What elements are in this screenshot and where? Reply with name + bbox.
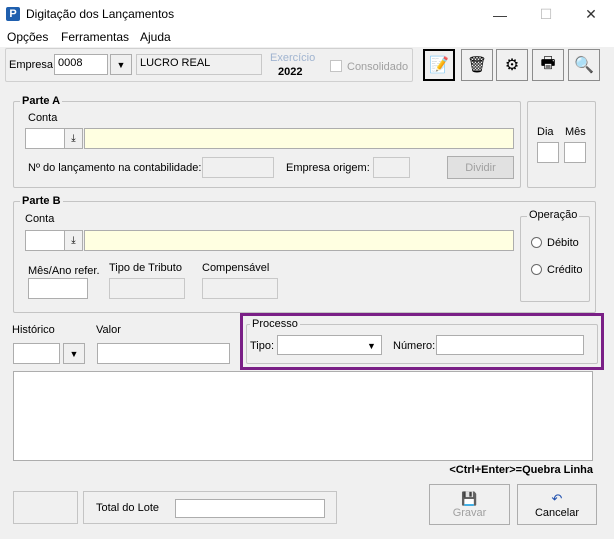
printer-icon: 🖶 <box>540 54 556 72</box>
historico-memo[interactable] <box>13 371 593 461</box>
processo-tipo-label: Tipo: <box>250 340 275 352</box>
num-lancamento-label: Nº do lançamento na contabilidade: <box>28 162 202 174</box>
status-box <box>13 491 78 524</box>
recycle-bin-icon: 🗑 <box>466 57 488 74</box>
down-arrow-icon: ⤓ <box>71 133 76 144</box>
valor-field[interactable] <box>97 343 230 364</box>
gravar-label: Gravar <box>452 506 487 519</box>
mes-ano-label: Mês/Ano refer. <box>28 265 100 277</box>
empresa-name-field: LUCRO REAL <box>136 54 262 75</box>
parte-b-conta-label: Conta <box>25 213 55 225</box>
parte-b-conta-field[interactable] <box>25 230 65 251</box>
mes-label: Mês <box>565 126 586 138</box>
parte-b-conta-description-field[interactable] <box>84 230 514 251</box>
parte-a-conta-label: Conta <box>28 112 58 124</box>
menu-ferramentas[interactable]: Ferramentas <box>61 30 129 44</box>
chevron-down-icon: ▼ <box>69 348 79 359</box>
dia-field[interactable] <box>537 142 559 163</box>
document-edit-button[interactable]: 📝 <box>423 49 455 81</box>
parte-a-conta-lookup-button[interactable]: ⤓ <box>64 128 83 149</box>
empresa-label: Empresa: <box>9 59 57 71</box>
exercicio-value: 2022 <box>278 66 303 78</box>
search-document-button[interactable]: 🔍 <box>568 49 600 81</box>
consolidado-checkbox[interactable] <box>330 60 342 72</box>
compensavel-field <box>202 278 278 299</box>
empresa-code-field[interactable]: 0008 <box>54 54 108 75</box>
tools-button[interactable]: ⚙ <box>496 49 528 81</box>
processo-numero-field[interactable] <box>436 335 584 355</box>
debito-label: Débito <box>547 237 579 249</box>
cancelar-label: Cancelar <box>534 506 580 519</box>
historico-dropdown-button[interactable]: ▼ <box>63 343 85 364</box>
parte-a-title: Parte A <box>20 95 63 107</box>
tipo-tributo-label: Tipo de Tributo <box>109 262 182 274</box>
menu-opcoes[interactable]: Opções <box>7 30 48 44</box>
compensavel-label: Compensável <box>202 262 270 274</box>
processo-numero-label: Número: <box>393 340 436 352</box>
tipo-tributo-field <box>109 278 185 299</box>
credito-radio[interactable] <box>531 264 542 275</box>
maximize-button[interactable]: ☐ <box>523 0 569 29</box>
total-lote-label: Total do Lote <box>96 502 159 514</box>
credito-label: Crédito <box>547 264 583 276</box>
empresa-dropdown-button[interactable]: ▼ <box>110 54 132 75</box>
menu-ajuda[interactable]: Ajuda <box>140 30 171 44</box>
consolidado-label: Consolidado <box>347 61 409 73</box>
undo-arrow-icon: ↶ <box>551 490 563 506</box>
save-disk-icon: 💾 <box>461 490 478 506</box>
total-lote-field <box>175 499 325 518</box>
historico-label: Histórico <box>12 324 55 336</box>
empresa-origem-label: Empresa origem: <box>286 162 370 174</box>
operacao-group <box>520 216 590 302</box>
minimize-button[interactable]: — <box>477 0 523 29</box>
parte-b-group <box>13 201 596 313</box>
mes-ano-field[interactable] <box>28 278 88 299</box>
recycle-bin-button[interactable]: 🗑 <box>461 49 493 81</box>
cancelar-button[interactable]: ↶ Cancelar <box>517 484 597 525</box>
down-arrow-icon: ⤓ <box>71 235 76 246</box>
dia-label: Dia <box>537 126 554 138</box>
parte-a-conta-field[interactable] <box>25 128 65 149</box>
gravar-button[interactable]: 💾 Gravar <box>429 484 510 525</box>
num-lancamento-field <box>202 157 274 178</box>
operacao-title: Operação <box>527 209 580 221</box>
historico-field[interactable] <box>13 343 60 364</box>
line-break-hint: <Ctrl+Enter>=Quebra Linha <box>449 464 593 476</box>
valor-label: Valor <box>96 324 121 336</box>
parte-b-conta-lookup-button[interactable]: ⤓ <box>64 230 83 251</box>
mes-field[interactable] <box>564 142 586 163</box>
printer-button[interactable]: 🖶 <box>532 49 564 81</box>
app-icon: P <box>6 7 20 21</box>
chevron-down-icon: ▼ <box>367 341 376 351</box>
processo-title: Processo <box>250 318 300 330</box>
parte-a-conta-description-field[interactable] <box>84 128 514 149</box>
parte-b-title: Parte B <box>20 195 63 207</box>
tools-icon: ⚙ <box>504 57 520 74</box>
document-edit-icon: 📝 <box>429 57 449 74</box>
empresa-origem-field <box>373 157 410 178</box>
dividir-button[interactable]: Dividir <box>447 156 514 179</box>
window-title: Digitação dos Lançamentos <box>26 7 175 21</box>
exercicio-label: Exercício <box>270 52 316 64</box>
debito-radio[interactable] <box>531 237 542 248</box>
close-button[interactable]: ✕ <box>568 0 614 29</box>
search-document-icon: 🔍 <box>574 57 594 74</box>
